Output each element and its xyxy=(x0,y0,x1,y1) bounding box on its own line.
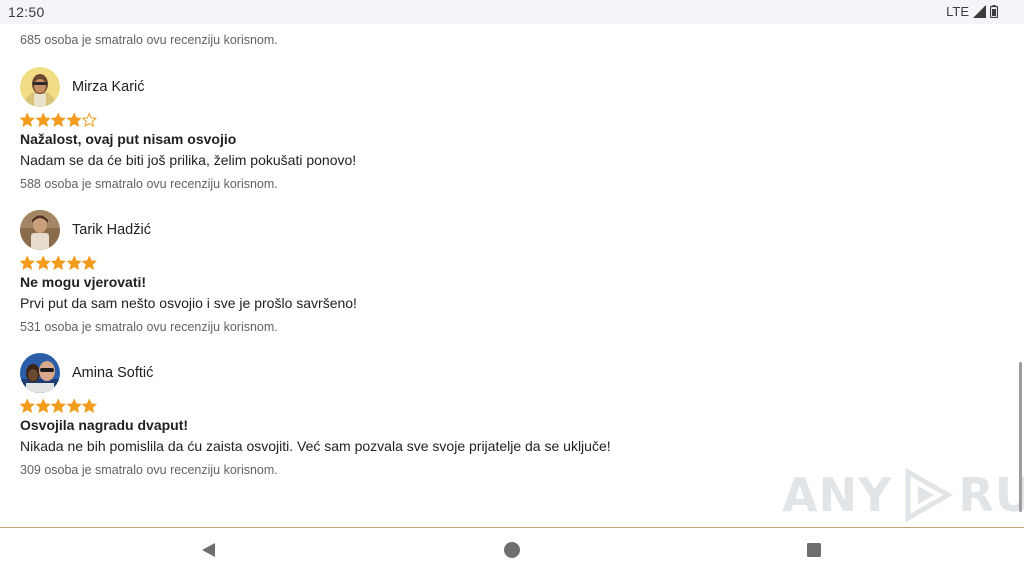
watermark-text-left: ANY xyxy=(782,468,893,522)
star-filled-icon xyxy=(20,399,35,414)
star-filled-icon xyxy=(66,113,81,128)
status-time: 12:50 xyxy=(8,4,45,20)
avatar xyxy=(20,353,60,393)
star-empty-icon xyxy=(82,113,97,128)
avatar xyxy=(20,67,60,107)
reviewer-name: Amina Softić xyxy=(72,365,154,381)
star-filled-icon xyxy=(51,256,66,271)
system-nav-bar xyxy=(0,528,1024,576)
avatar xyxy=(20,210,60,250)
star-filled-icon xyxy=(35,399,50,414)
recent-apps-button[interactable] xyxy=(804,542,824,562)
helpful-count: 685 osoba je smatralo ovu recenziju kori… xyxy=(20,33,278,47)
network-label: LTE xyxy=(946,4,969,19)
star-filled-icon xyxy=(51,113,66,128)
home-button[interactable] xyxy=(502,541,522,564)
back-button[interactable] xyxy=(198,542,218,562)
play-logo-icon xyxy=(896,466,954,524)
battery-icon xyxy=(990,5,998,18)
star-filled-icon xyxy=(66,399,81,414)
star-filled-icon xyxy=(66,256,81,271)
star-rating xyxy=(20,113,97,128)
review-title: Osvojila nagradu dvaput! xyxy=(20,417,189,433)
reviewer: Amina Softić xyxy=(20,353,153,393)
status-bar: 12:50 LTE xyxy=(0,0,1024,24)
review-title: Nažalost, ovaj put nisam osvojio xyxy=(20,131,237,147)
review-body: Nadam se da će biti još prilika, želim p… xyxy=(20,152,357,168)
star-rating xyxy=(20,399,97,414)
review-title: Ne mogu vjerovati! xyxy=(20,274,147,290)
review-item: Tarik Hadžić Ne mogu vjerovati! Prvi put… xyxy=(20,210,1000,334)
star-filled-icon xyxy=(20,256,35,271)
helpful-count: 531 osoba je smatralo ovu recenziju kori… xyxy=(20,320,278,334)
status-icons: LTE xyxy=(946,4,998,19)
back-triangle-icon xyxy=(199,541,217,564)
review-body: Nikada ne bih pomislila da ću zaista osv… xyxy=(20,438,611,454)
reviews-list[interactable]: 685 osoba je smatralo ovu recenziju kori… xyxy=(0,24,1024,527)
signal-icon xyxy=(973,5,986,18)
reviewer: Tarik Hadžić xyxy=(20,210,151,250)
review-item: Amina Softić Osvojila nagradu dvaput! Ni… xyxy=(20,353,1000,477)
helpful-count: 588 osoba je smatralo ovu recenziju kori… xyxy=(20,177,278,191)
home-circle-icon xyxy=(503,541,521,564)
reviewer: Mirza Karić xyxy=(20,67,145,107)
reviewer-name: Mirza Karić xyxy=(72,79,145,95)
star-filled-icon xyxy=(82,256,97,271)
reviewer-name: Tarik Hadžić xyxy=(72,222,151,238)
star-filled-icon xyxy=(35,256,50,271)
star-rating xyxy=(20,256,97,271)
watermark-text-right: RUN xyxy=(958,468,1024,522)
review-item: Mirza Karić Nažalost, ovaj put nisam osv… xyxy=(20,67,1000,191)
anyrun-watermark: ANY RUN xyxy=(782,466,1024,524)
recent-apps-square-icon xyxy=(806,542,822,563)
star-filled-icon xyxy=(20,113,35,128)
review-body: Prvi put da sam nešto osvojio i sve je p… xyxy=(20,295,357,311)
helpful-count: 309 osoba je smatralo ovu recenziju kori… xyxy=(20,463,278,477)
star-filled-icon xyxy=(35,113,50,128)
star-filled-icon xyxy=(51,399,66,414)
star-filled-icon xyxy=(82,399,97,414)
